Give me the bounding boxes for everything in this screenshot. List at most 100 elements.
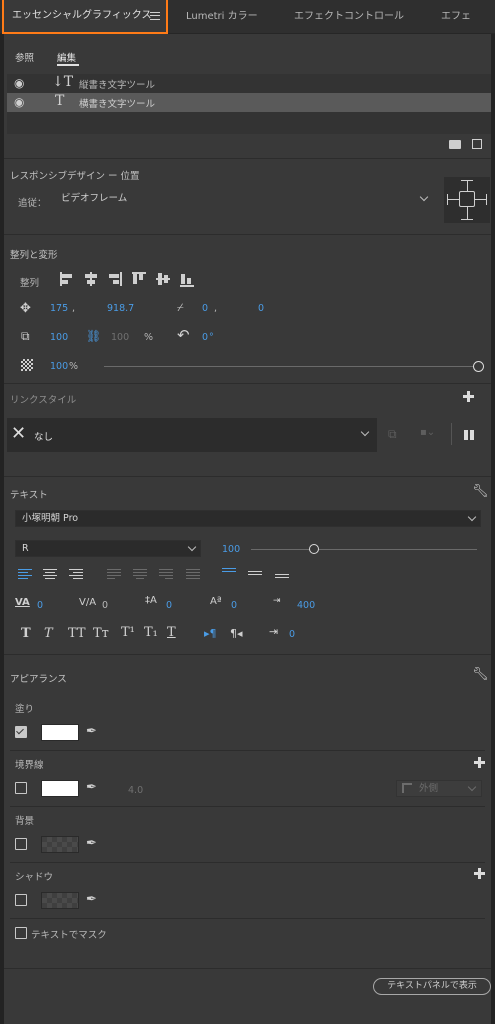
tab-effect-controls[interactable]: エフェクトコントロール: [294, 0, 404, 34]
fill-checkbox[interactable]: [15, 726, 27, 738]
link-style-dropdown[interactable]: ✕ なし: [7, 418, 377, 452]
link-chain-icon[interactable]: ⛓: [86, 329, 101, 343]
align-right-icon[interactable]: [109, 274, 119, 278]
pin-bottom-cap: [461, 219, 473, 221]
rotation-icon: ↶: [177, 326, 190, 344]
font-family-dropdown[interactable]: 小塚明朝 Pro: [15, 510, 481, 527]
subtab-active-underline: [57, 64, 79, 66]
folder-icon[interactable]: [449, 140, 461, 149]
background-checkbox[interactable]: [15, 838, 27, 850]
kerning-value[interactable]: 0: [37, 600, 43, 611]
wrench-icon[interactable]: 🔧︎: [472, 484, 489, 499]
small-caps-button[interactable]: Tт: [93, 626, 109, 641]
wrench-icon[interactable]: 🔧︎: [472, 667, 489, 682]
scale-value[interactable]: 100: [50, 332, 68, 343]
opacity-value[interactable]: 100: [50, 361, 68, 372]
anchor-x-value[interactable]: 0: [202, 303, 208, 314]
hamburger-menu-icon[interactable]: [150, 12, 160, 20]
link-style-value: なし: [34, 432, 54, 443]
eye-icon[interactable]: ◉: [14, 76, 24, 90]
rotation-value[interactable]: 0: [202, 332, 208, 343]
align-bottom-icon[interactable]: [181, 274, 185, 284]
stroke-checkbox[interactable]: [15, 782, 27, 794]
mask-with-text-label: テキストでマスク: [31, 930, 107, 941]
tab-effects[interactable]: エフェ: [441, 0, 471, 34]
stroke-position-icon: [402, 783, 412, 793]
align-middle-text-icon[interactable]: [248, 571, 262, 582]
position-y-value[interactable]: 918.7: [107, 303, 134, 314]
opacity-slider-track[interactable]: [104, 366, 478, 367]
align-text-left-icon[interactable]: [18, 569, 32, 580]
ltr-direction-icon[interactable]: ▸¶: [204, 627, 217, 640]
tsume-value[interactable]: 400: [297, 600, 315, 611]
align-top-icon[interactable]: [133, 274, 137, 284]
font-style-dropdown[interactable]: R: [15, 540, 201, 557]
link-style-title: リンクスタイル: [10, 395, 77, 406]
horizontal-type-icon: T: [55, 93, 65, 109]
shadow-color-swatch[interactable]: [41, 892, 79, 909]
new-layer-icon[interactable]: [472, 139, 482, 149]
eyedropper-icon[interactable]: ✒: [86, 724, 97, 739]
add-shadow-icon[interactable]: [474, 868, 485, 879]
subscript-button[interactable]: T₁: [144, 625, 158, 640]
align-middle-bar: [164, 275, 168, 283]
align-text-center-icon[interactable]: [43, 569, 57, 580]
comma-separator: ,: [72, 303, 76, 314]
rtl-direction-icon[interactable]: ¶◂: [230, 627, 243, 640]
align-bottom-text-icon[interactable]: [275, 574, 289, 585]
font-size-slider-track[interactable]: [251, 549, 477, 550]
shadow-checkbox[interactable]: [15, 894, 27, 906]
position-x-value[interactable]: 175: [50, 303, 68, 314]
fill-color-swatch[interactable]: [41, 724, 79, 741]
none-x-icon: ✕: [11, 423, 27, 444]
faux-bold-button[interactable]: T: [21, 626, 31, 641]
subtab-browse[interactable]: 参照: [15, 50, 34, 64]
eye-icon[interactable]: ◉: [14, 95, 24, 109]
tab-width-icon: ⇥: [269, 625, 279, 638]
underline-button[interactable]: T: [167, 625, 176, 640]
font-style-value: R: [22, 543, 29, 554]
show-in-text-panel-button[interactable]: テキストパネルで表示: [373, 978, 491, 995]
leading-value[interactable]: 0: [166, 600, 172, 611]
eyedropper-icon[interactable]: ✒: [86, 780, 97, 795]
align-center-v-icon[interactable]: [158, 273, 162, 285]
eyedropper-icon[interactable]: ✒: [86, 836, 97, 851]
tab-lumetri-color[interactable]: Lumetri カラー: [186, 0, 258, 34]
layer-row[interactable]: ◉ ↓T 縦書き文字ツール: [7, 74, 491, 93]
indent-value[interactable]: 0: [289, 629, 295, 640]
mask-with-text-checkbox[interactable]: [15, 927, 27, 939]
tab-essential-graphics[interactable]: エッセンシャルグラフィックス: [2, 0, 168, 34]
vertical-separator: [451, 423, 452, 445]
layer-row-selected[interactable]: ◉ T 横書き文字ツール: [7, 93, 491, 112]
font-size-value[interactable]: 100: [222, 544, 240, 555]
pin-widget[interactable]: [444, 177, 490, 223]
grid-view-icon[interactable]: [464, 430, 474, 440]
superscript-button[interactable]: T¹: [121, 625, 135, 640]
layer-name: 横書き文字ツール: [79, 99, 156, 110]
follow-dropdown[interactable]: ビデオフレーム: [55, 191, 432, 208]
shadow-label: シャドウ: [15, 872, 54, 883]
scale-icon: ⧉: [21, 329, 30, 343]
baseline-value[interactable]: 0: [231, 600, 237, 611]
align-bottom-bar: [187, 278, 191, 284]
add-style-icon[interactable]: [463, 391, 474, 402]
anchor-y-value[interactable]: 0: [258, 303, 264, 314]
align-top-text-icon[interactable]: [222, 568, 236, 579]
subtab-edit[interactable]: 編集: [57, 50, 76, 64]
section-divider: [4, 234, 491, 235]
opacity-slider-knob[interactable]: [472, 361, 484, 372]
background-color-swatch[interactable]: [41, 836, 79, 853]
eyedropper-icon[interactable]: ✒: [86, 892, 97, 907]
add-stroke-icon[interactable]: [474, 757, 485, 768]
stroke-color-swatch[interactable]: [41, 780, 79, 797]
align-text-right-icon[interactable]: [69, 569, 83, 580]
pin-top-cap: [461, 180, 473, 182]
align-left-icon[interactable]: [62, 274, 72, 278]
pin-left-cap: [447, 194, 449, 205]
tracking-value[interactable]: 0: [102, 600, 108, 611]
all-caps-button[interactable]: TT: [68, 626, 86, 641]
align-center-h-icon[interactable]: [85, 274, 97, 278]
tsume-icon: ⇥: [273, 596, 281, 606]
section-divider: [4, 654, 491, 655]
faux-italic-button[interactable]: T: [44, 626, 53, 641]
